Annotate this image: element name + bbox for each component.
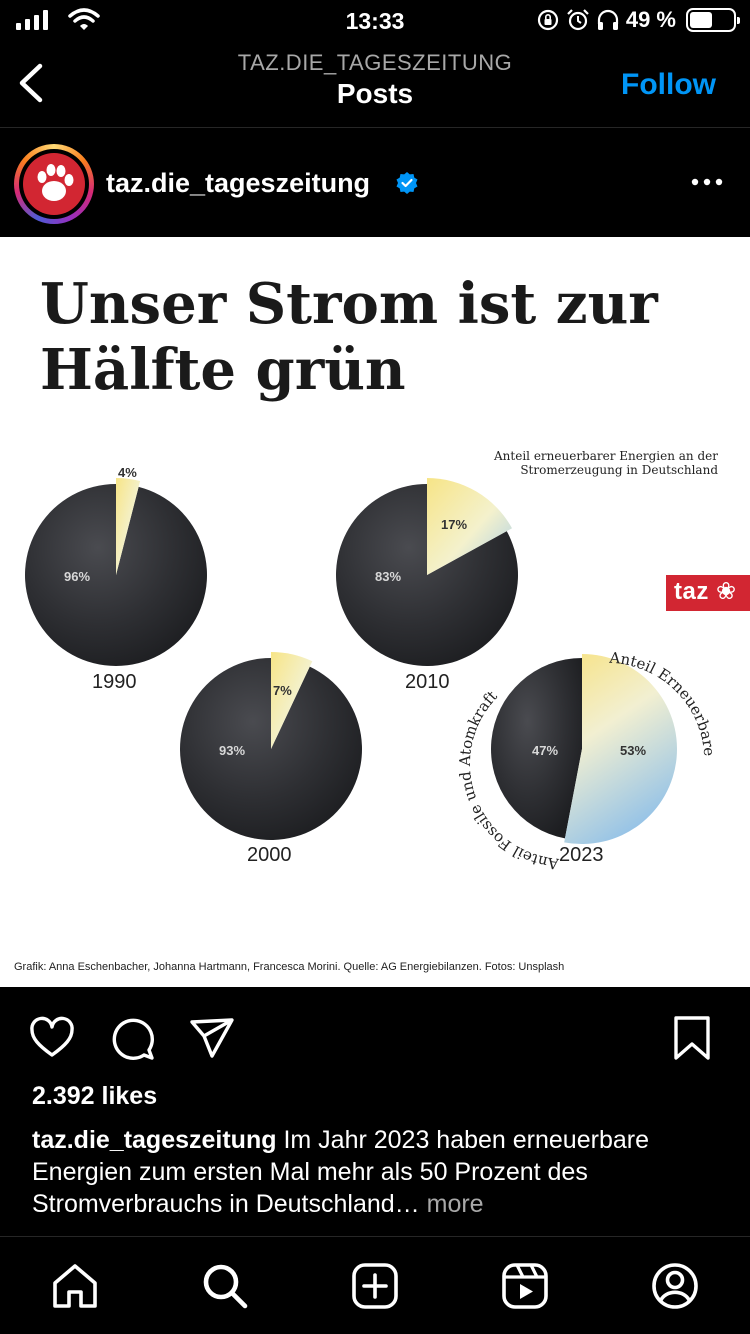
paw-icon <box>37 164 74 201</box>
pie-label-renewable-2023: 53% <box>620 743 646 758</box>
post-actions <box>0 1010 750 1066</box>
profile-icon[interactable] <box>650 1261 700 1311</box>
battery-percent: 49 % <box>625 7 676 32</box>
year-label-2010: 2010 <box>405 671 450 693</box>
year-label-1990: 1990 <box>92 671 137 693</box>
likes-count[interactable]: 2.392 likes <box>32 1082 157 1111</box>
nav-header: TAZ.DIE_TAGESZEITUNG Posts Follow <box>0 44 750 128</box>
more-options-icon[interactable] <box>690 170 724 194</box>
caption-more-link[interactable]: more <box>427 1190 484 1218</box>
bookmark-icon[interactable] <box>668 1014 716 1062</box>
post-username[interactable]: taz.die_tageszeitung <box>106 168 370 199</box>
pie-label-fossil-1990: 96% <box>64 569 90 584</box>
verified-badge-icon <box>396 172 418 194</box>
headphones-icon <box>597 9 618 30</box>
search-icon[interactable] <box>200 1261 250 1311</box>
paw-icon: ❀ <box>708 578 737 605</box>
post-header: taz.die_tageszeitung <box>0 130 750 236</box>
status-right: 49 % <box>536 7 740 33</box>
status-bar: 13:33 49 % <box>0 0 750 40</box>
home-icon[interactable] <box>50 1261 100 1311</box>
comment-icon[interactable] <box>108 1014 156 1062</box>
pie-charts: 96%4%93%7%83%17%47% 53%Anteil Fossile und… <box>25 465 718 873</box>
reels-icon[interactable] <box>500 1261 550 1311</box>
taz-logo: taz ❀ <box>666 575 750 611</box>
battery-icon <box>686 8 740 32</box>
pie-label-fossil-2010: 83% <box>375 569 401 584</box>
year-label-2000: 2000 <box>247 844 292 866</box>
bottom-tab-bar <box>0 1236 750 1334</box>
post-caption: taz.die_tageszeitung Im Jahr 2023 haben … <box>32 1124 722 1220</box>
pie-label-fossil-2000: 93% <box>219 743 245 758</box>
follow-button[interactable]: Follow <box>621 68 716 102</box>
taz-logo-text: taz <box>674 578 709 605</box>
rotation-lock-icon <box>537 9 558 31</box>
caption-username[interactable]: taz.die_tageszeitung <box>32 1126 277 1154</box>
heart-icon[interactable] <box>28 1014 76 1062</box>
year-label-2023: 2023 <box>559 844 604 866</box>
pie-label-renewable-1990: 4% <box>118 465 137 480</box>
post-image[interactable]: Unser Strom ist zur Hälfte grün Anteil e… <box>0 237 750 987</box>
pie-label-renewable-2000: 7% <box>273 683 292 698</box>
pie-label-fossil-2023: 47% <box>532 743 558 758</box>
share-icon[interactable] <box>188 1014 236 1062</box>
alarm-icon <box>567 9 589 31</box>
infographic-credit: Grafik: Anna Eschenbacher, Johanna Hartm… <box>14 961 565 973</box>
create-icon[interactable] <box>350 1261 400 1311</box>
avatar[interactable] <box>14 144 94 224</box>
pie-label-renewable-2010: 17% <box>441 517 467 532</box>
